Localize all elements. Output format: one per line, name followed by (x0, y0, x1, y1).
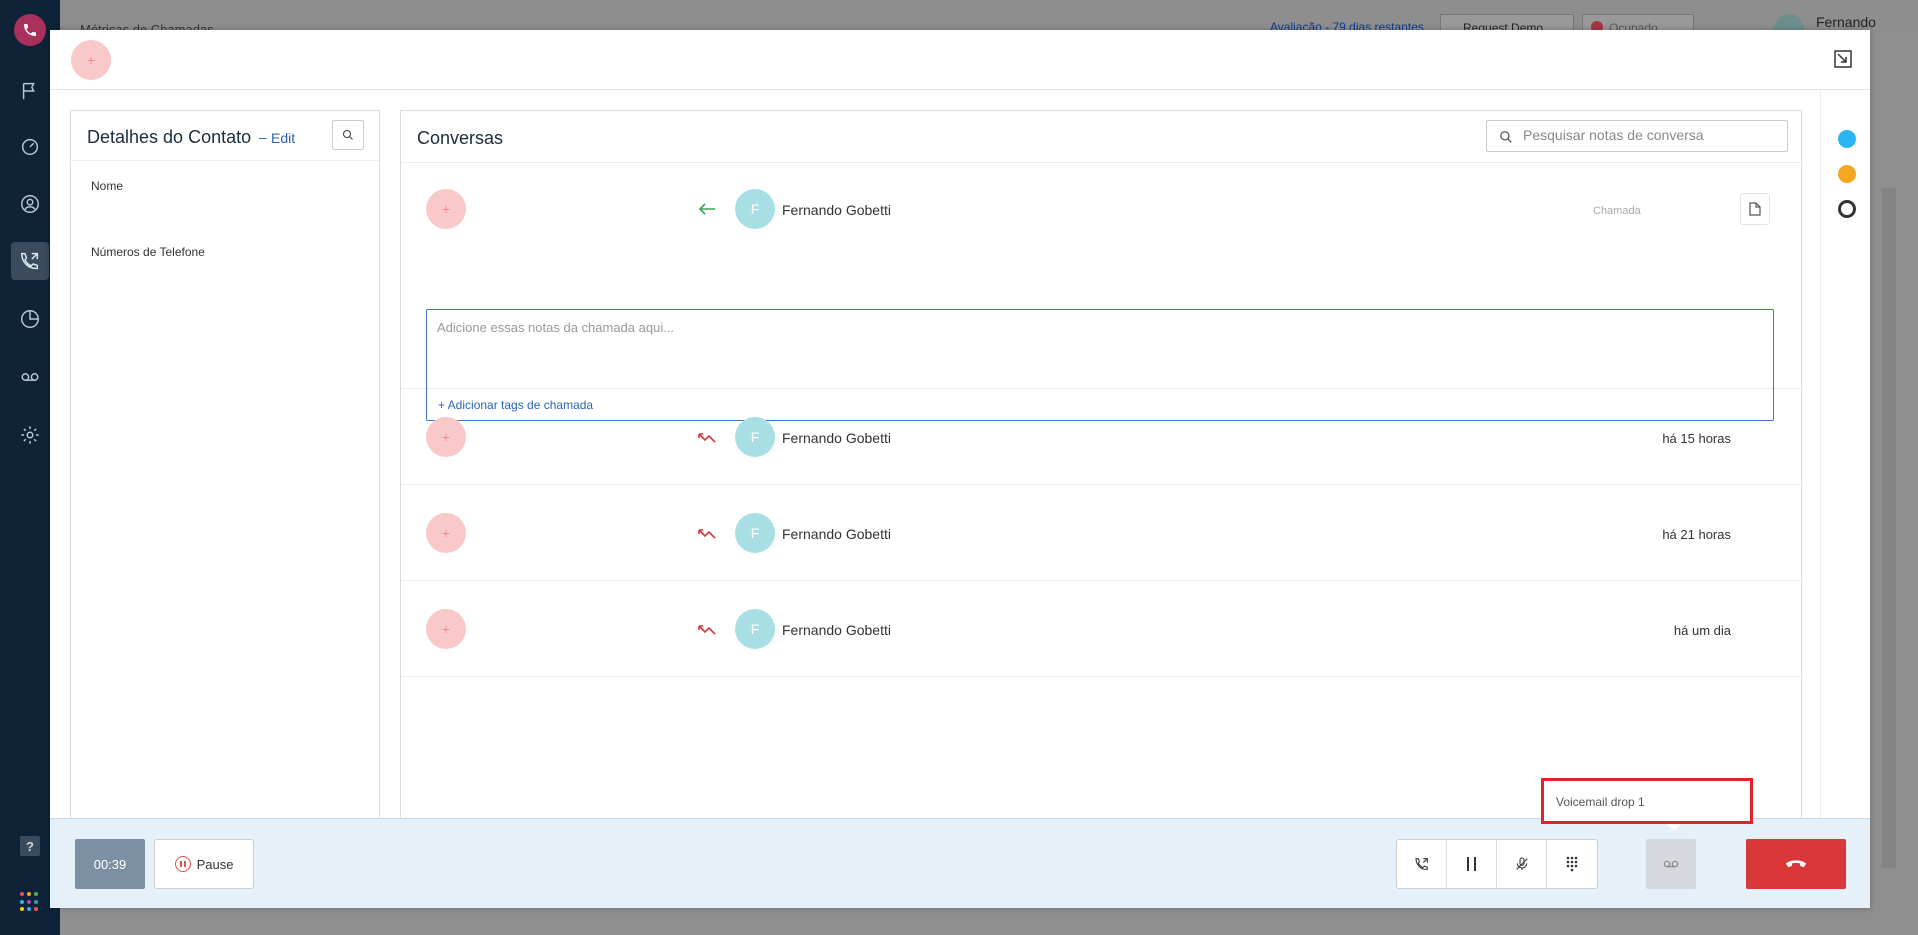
tooltip-caret (1667, 824, 1681, 831)
contact-details-title: Detalhes do Contato (87, 127, 252, 147)
transfer-icon (1414, 858, 1428, 870)
conversation-search-input[interactable] (1523, 127, 1773, 143)
help-icon[interactable]: ? (20, 836, 40, 856)
agent-avatar: F (735, 513, 775, 553)
call-timer: 00:39 (75, 839, 145, 889)
phone-logo-icon[interactable] (14, 14, 46, 46)
contacts-icon[interactable] (11, 185, 49, 223)
hold-button[interactable] (1447, 840, 1497, 888)
mute-icon (1515, 857, 1528, 870)
conversation-row[interactable]: + F Fernando Gobetti há 15 horas (401, 389, 1801, 485)
hang-up-button[interactable] (1746, 839, 1846, 889)
integration-bolt-icon[interactable] (1838, 130, 1856, 148)
minimize-icon[interactable] (1834, 50, 1852, 68)
search-icon (342, 129, 353, 140)
voicemail-drop-button[interactable] (1646, 839, 1696, 889)
hold-icon (1466, 857, 1476, 871)
apps-grid-icon[interactable] (20, 892, 40, 912)
agent-name: Fernando Gobetti (782, 526, 891, 542)
conversation-row[interactable]: + F Fernando Gobetti há um dia (401, 581, 1801, 677)
background-header: Métricas de Chamadas Avaliação - 79 dias… (60, 0, 1918, 46)
call-time: há um dia (1673, 623, 1731, 638)
contact-details-panel: Detalhes do Contato – Edit Nome Números … (70, 110, 380, 829)
keypad-icon (1566, 856, 1578, 872)
hang-up-icon (1785, 860, 1807, 868)
contact-details-header: Detalhes do Contato – Edit (71, 111, 379, 161)
call-modal: + Detalhes do Contato – Edit Nome Número… (50, 30, 1870, 908)
title-separator: – (259, 129, 267, 145)
conversations-panel: Conversas + F Fernando Gobetti Chamada +… (400, 110, 1802, 829)
integration-target-icon[interactable] (1838, 200, 1856, 218)
voicemail-icon (1663, 860, 1679, 868)
call-type-label: Chamada (1593, 205, 1641, 217)
pause-icon (174, 856, 191, 872)
agent-name: Fernando Gobetti (782, 622, 891, 638)
conversation-row[interactable]: + F Fernando Gobetti Chamada + Adicionar… (401, 163, 1801, 421)
pause-label: Pause (196, 856, 234, 872)
call-details-button[interactable] (1740, 193, 1770, 225)
call-notes-input[interactable] (437, 320, 1757, 380)
integrations-strip (1820, 90, 1870, 846)
transfer-call-button[interactable] (1397, 840, 1447, 888)
document-icon (1749, 202, 1761, 216)
caller-avatar: + (71, 40, 111, 80)
conversation-row[interactable]: + F Fernando Gobetti há 21 horas (401, 485, 1801, 581)
dashboard-icon[interactable] (11, 127, 49, 165)
keypad-button[interactable] (1547, 840, 1597, 888)
integration-zap-icon[interactable] (1838, 165, 1856, 183)
contact-avatar: + (426, 513, 466, 553)
edit-contact-link[interactable]: Edit (271, 130, 295, 146)
voicemail-drop-label: Voicemail drop 1 (1556, 795, 1645, 809)
voicemail-drop-option[interactable]: Voicemail drop 1 (1541, 778, 1753, 824)
phone-numbers-label: Números de Telefone (91, 245, 205, 259)
conversation-notes-search[interactable] (1486, 120, 1788, 152)
agent-name: Fernando Gobetti (782, 430, 891, 446)
conversations-title: Conversas (417, 128, 504, 148)
background-scrollbar (1882, 188, 1896, 868)
calls-icon[interactable] (11, 242, 49, 280)
contact-avatar: + (426, 189, 466, 229)
call-time: há 15 horas (1662, 431, 1731, 446)
pause-recording-button[interactable]: Pause (154, 839, 254, 889)
voicemail-icon[interactable] (11, 358, 49, 396)
modal-header: + (50, 30, 1870, 90)
call-controls-group (1396, 839, 1598, 889)
agent-avatar: F (735, 189, 775, 229)
missed-call-icon (698, 625, 716, 635)
call-time: há 21 horas (1662, 527, 1731, 542)
agent-name: Fernando Gobetti (782, 202, 891, 218)
agent-avatar: F (735, 609, 775, 649)
settings-icon[interactable] (11, 416, 49, 454)
agent-avatar: F (735, 417, 775, 457)
missed-call-icon (698, 529, 716, 539)
contact-search-button[interactable] (332, 120, 364, 150)
name-label: Nome (91, 179, 124, 193)
search-icon (1500, 131, 1512, 143)
missed-call-icon (698, 433, 716, 443)
contact-avatar: + (426, 417, 466, 457)
incoming-call-arrow-icon (698, 203, 715, 215)
call-control-bar: 00:39 Pause (50, 818, 1870, 908)
mute-button[interactable] (1497, 840, 1547, 888)
conversations-header: Conversas (401, 111, 1801, 163)
reports-icon[interactable] (11, 300, 49, 338)
flag-icon[interactable] (11, 72, 49, 110)
contact-avatar: + (426, 609, 466, 649)
